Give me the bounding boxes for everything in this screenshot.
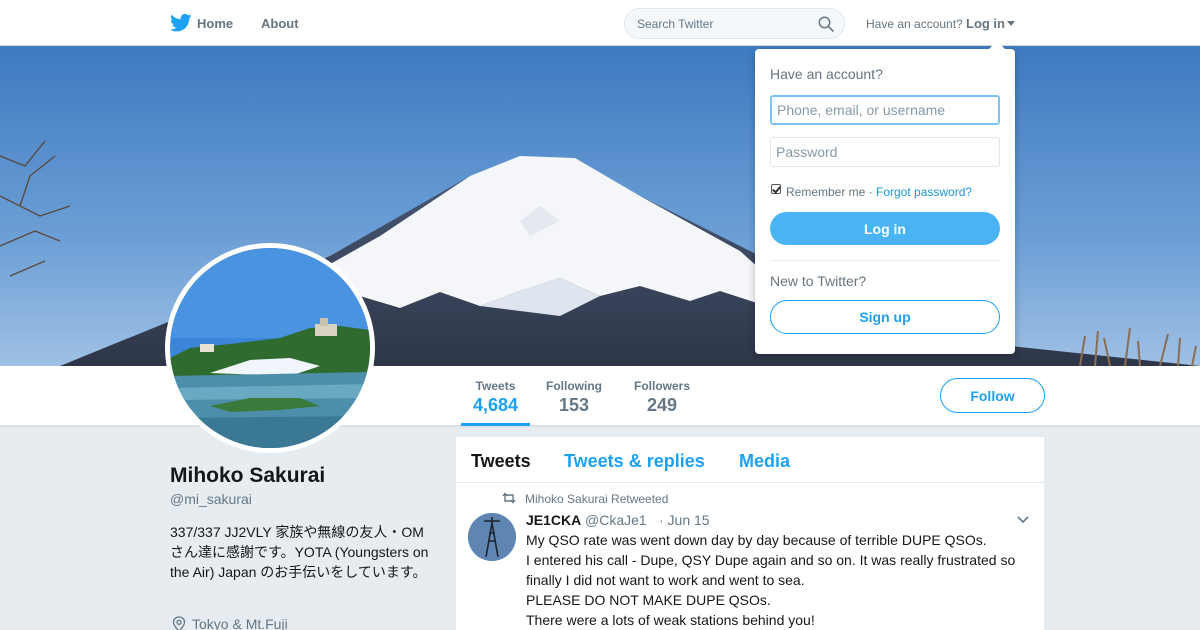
- profile-location: Tokyo & Mt.Fuji: [192, 616, 288, 630]
- retweeted-label[interactable]: Mihoko Sakurai Retweeted: [525, 492, 668, 506]
- search-box[interactable]: [624, 8, 845, 39]
- stat-followers-value: 249: [646, 395, 678, 415]
- stat-tweets-value: 4,684: [472, 395, 519, 415]
- nav-about-link[interactable]: About: [261, 16, 299, 31]
- have-account-text: Have an account?: [866, 17, 963, 31]
- timeline: Tweets Tweets & replies Media Mihoko Sak…: [456, 437, 1044, 630]
- dropdown-divider: [770, 260, 1000, 261]
- stat-following-value: 153: [558, 395, 590, 415]
- nav-login-link[interactable]: Log in: [966, 16, 1005, 31]
- login-dropdown: Have an account? Remember me · Forgot pa…: [755, 41, 1015, 354]
- dropdown-arrow: [989, 41, 1005, 49]
- tweet-text: My QSO rate was went down day by day bec…: [526, 532, 1016, 628]
- chevron-down-icon[interactable]: [1017, 515, 1029, 525]
- username-input[interactable]: [770, 95, 1000, 125]
- twitter-bird-icon[interactable]: [170, 13, 192, 33]
- tweet-author-name[interactable]: JE1CKA: [526, 512, 581, 528]
- stat-tweets[interactable]: Tweets 4,684: [461, 366, 530, 426]
- search-input[interactable]: [637, 17, 807, 31]
- stat-followers[interactable]: Followers 249: [626, 366, 698, 426]
- tab-tweets-replies[interactable]: Tweets & replies: [564, 451, 705, 472]
- remember-me-label[interactable]: Remember me ·: [786, 185, 873, 199]
- stat-followers-label: Followers: [633, 379, 690, 393]
- login-dropdown-title: Have an account?: [770, 66, 883, 82]
- avatar[interactable]: [165, 243, 375, 453]
- forgot-password-link[interactable]: Forgot password?: [876, 185, 972, 199]
- stat-tweets-label: Tweets: [475, 379, 516, 393]
- retweet-icon: [502, 492, 516, 504]
- stat-following[interactable]: Following 153: [540, 366, 608, 426]
- caret-down-icon[interactable]: [1007, 21, 1015, 26]
- top-nav: Home About Have an account? Log in: [0, 0, 1200, 46]
- tweet-author-avatar[interactable]: [468, 513, 516, 561]
- timeline-tabs: Tweets Tweets & replies Media: [456, 437, 1044, 483]
- profile-bio: 337/337 JJ2VLY 家族や無線の友人・OMさん達に感謝です。YOTA …: [170, 524, 429, 580]
- location-pin-icon: [172, 616, 186, 630]
- new-to-twitter-text: New to Twitter?: [770, 273, 867, 289]
- nav-home-link[interactable]: Home: [197, 16, 233, 31]
- login-button[interactable]: Log in: [770, 212, 1000, 245]
- search-icon[interactable]: [818, 16, 834, 32]
- profile-handle[interactable]: @mi_sakurai: [170, 491, 252, 507]
- remember-me-checkbox[interactable]: [771, 184, 781, 194]
- tweet-timestamp[interactable]: · Jun 15: [659, 512, 710, 528]
- signup-button[interactable]: Sign up: [770, 300, 1000, 334]
- stat-following-label: Following: [546, 379, 602, 393]
- follow-button[interactable]: Follow: [940, 378, 1045, 413]
- profile-name[interactable]: Mihoko Sakurai: [170, 464, 325, 488]
- tweet-author-handle[interactable]: @CkaJe1: [585, 512, 647, 528]
- password-input[interactable]: [770, 137, 1000, 167]
- tab-tweets[interactable]: Tweets: [471, 451, 531, 472]
- tab-media[interactable]: Media: [739, 451, 790, 472]
